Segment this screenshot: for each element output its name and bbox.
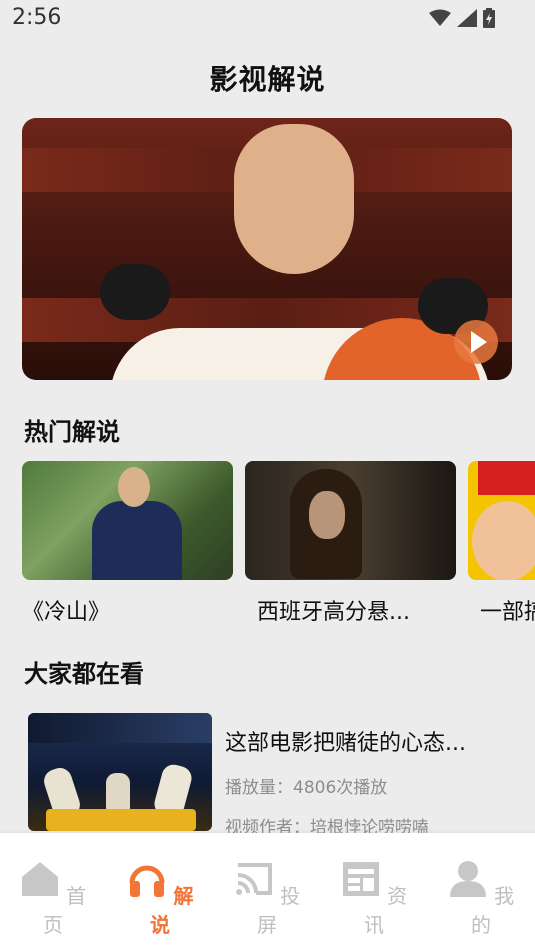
hot-thumbnail [245,461,456,580]
signal-icon [457,9,477,27]
hot-card[interactable]: 《冷山》 [22,461,233,621]
headphones-icon [129,865,165,897]
hot-card[interactable]: 一部搞 [468,461,535,621]
hot-thumbnail [468,461,535,580]
news-icon [342,862,379,896]
hot-label: 西班牙高分悬... [257,600,410,621]
page-title: 影视解说 [209,63,326,96]
status-icons [429,8,495,28]
status-bar: 2:56 [0,0,535,38]
cast-icon [235,863,272,895]
hot-label: 《冷山》 [22,600,111,621]
list-thumbnail [28,713,212,831]
battery-icon [483,8,495,28]
hot-section-title: 热门解说 [24,418,120,446]
banner-person [234,124,354,274]
bottom-nav: 首页 解说 投屏 资讯 我的 [0,833,535,951]
nav-commentary[interactable]: 解说 [120,859,200,938]
nav-cast[interactable]: 投屏 [227,859,307,938]
hot-label: 一部搞 [480,600,535,621]
home-icon [21,862,58,896]
person-icon [449,861,486,897]
hot-card[interactable]: 西班牙高分悬... [245,461,456,621]
list-title: 这部电影把赌徒的心态... [225,731,466,756]
featured-banner[interactable] [22,118,512,380]
hot-thumbnail [22,461,233,580]
watching-section-title: 大家都在看 [24,660,144,688]
list-plays: 播放量：4806次播放 [225,778,388,798]
nav-profile[interactable]: 我的 [441,859,521,938]
nav-home[interactable]: 首页 [13,859,93,938]
wifi-icon [429,9,451,26]
nav-news[interactable]: 资讯 [334,859,414,938]
status-time: 2:56 [12,5,62,30]
hot-row: 《冷山》 西班牙高分悬... 一部搞 [22,461,535,621]
play-icon[interactable] [454,320,498,364]
microphone-left [100,264,170,320]
list-item[interactable]: 这部电影把赌徒的心态... 播放量：4806次播放 视频作者：培根悖论唠唠嗑 [28,713,508,838]
